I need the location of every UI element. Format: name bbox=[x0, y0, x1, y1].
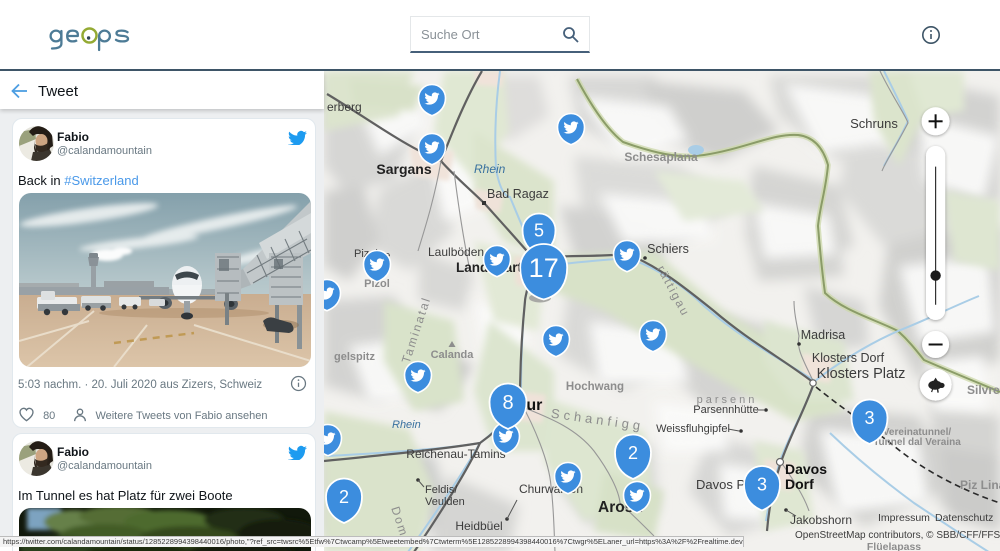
svg-text:3: 3 bbox=[864, 408, 874, 428]
svg-text:Schiers: Schiers bbox=[647, 242, 689, 256]
svg-text:Bad Ragaz: Bad Ragaz bbox=[487, 187, 549, 201]
svg-text:Parsennhütte: Parsennhütte bbox=[693, 404, 758, 416]
svg-text:Weissfluhgipfel: Weissfluhgipfel bbox=[656, 423, 730, 435]
svg-text:Flüelapass: Flüelapass bbox=[867, 541, 921, 551]
svg-text:Impressum: Impressum bbox=[878, 512, 930, 524]
svg-text:8: 8 bbox=[502, 392, 513, 414]
svg-text:Jakobshorn: Jakobshorn bbox=[790, 513, 852, 527]
svg-text:gelspitz: gelspitz bbox=[334, 351, 375, 363]
svg-text:Piz Linar: Piz Linar bbox=[960, 478, 1000, 492]
svg-text:2: 2 bbox=[339, 487, 349, 507]
svg-text:Hochwang: Hochwang bbox=[566, 381, 624, 393]
svg-text:2: 2 bbox=[628, 443, 638, 463]
svg-text:erberg: erberg bbox=[327, 100, 362, 114]
svg-text:Rhein: Rhein bbox=[474, 162, 506, 176]
svg-text:Tunnel dal Veraina: Tunnel dal Veraina bbox=[873, 437, 961, 448]
svg-text:Schruns: Schruns bbox=[850, 116, 898, 131]
svg-text:5: 5 bbox=[534, 220, 544, 240]
svg-text:Dorf: Dorf bbox=[785, 476, 814, 492]
svg-text:OpenStreetMap contributors, ©: OpenStreetMap contributors, © SBB/CFF/FF… bbox=[795, 530, 1000, 541]
svg-text:3: 3 bbox=[757, 474, 767, 494]
svg-text:Datenschutz: Datenschutz bbox=[935, 512, 993, 524]
svg-text:Reichenau-Tamins: Reichenau-Tamins bbox=[406, 447, 505, 461]
svg-text:17: 17 bbox=[529, 253, 559, 283]
svg-text:Veulden: Veulden bbox=[425, 496, 465, 508]
svg-text:Calanda: Calanda bbox=[431, 349, 475, 361]
svg-text:Silvrett: Silvrett bbox=[967, 383, 1000, 397]
svg-text:Sargans: Sargans bbox=[376, 161, 431, 177]
svg-text:Davos Pl: Davos Pl bbox=[696, 477, 748, 492]
svg-text:Madrisa: Madrisa bbox=[801, 328, 846, 342]
svg-text:Rhein: Rhein bbox=[392, 419, 421, 431]
svg-text:Laulböden: Laulböden bbox=[428, 245, 484, 259]
svg-text:Davos: Davos bbox=[785, 461, 827, 477]
svg-text:Feldis/: Feldis/ bbox=[425, 484, 458, 496]
svg-text:Klosters Dorf: Klosters Dorf bbox=[812, 351, 885, 365]
svg-text:Schesaplana: Schesaplana bbox=[624, 150, 698, 164]
svg-text:Heidbüel: Heidbüel bbox=[455, 519, 502, 533]
svg-text:Klosters Platz: Klosters Platz bbox=[817, 366, 906, 382]
